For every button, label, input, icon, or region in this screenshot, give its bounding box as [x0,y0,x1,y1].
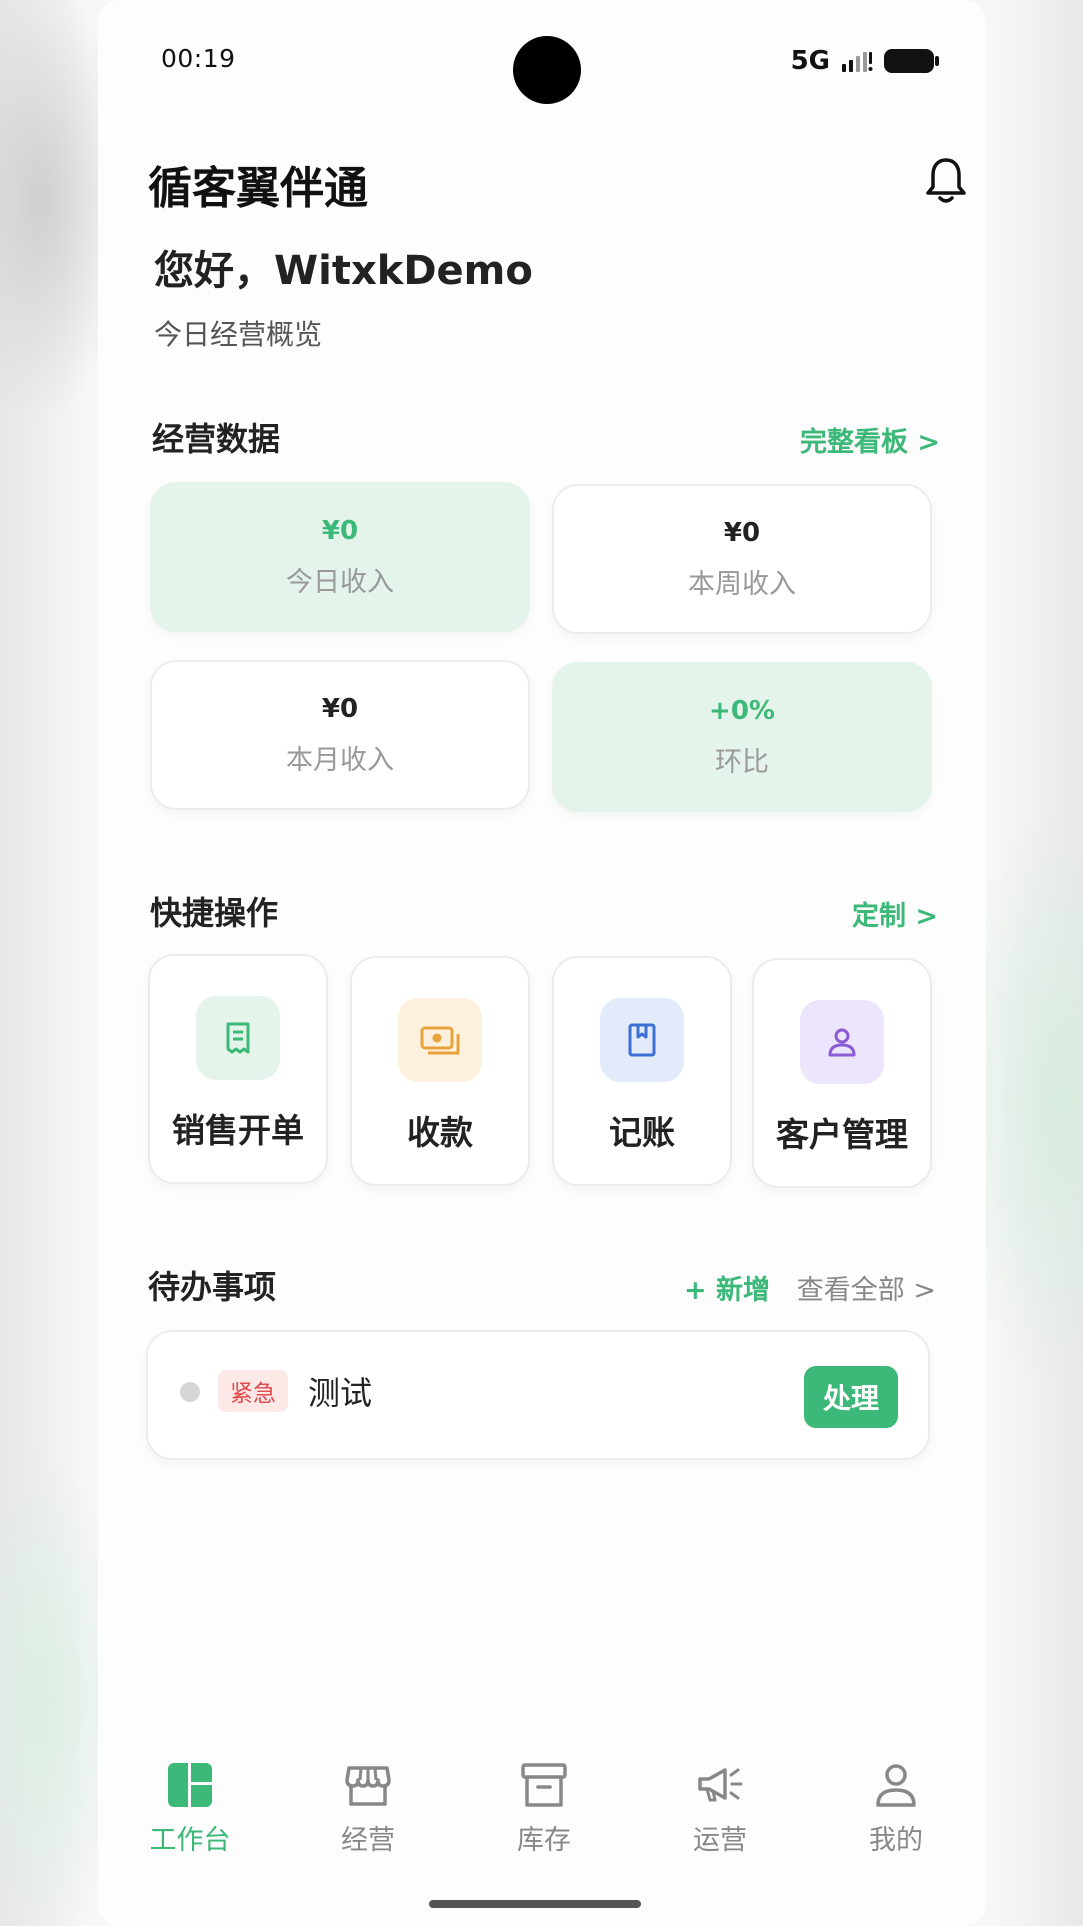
urgent-badge: 紧急 [218,1370,288,1412]
signal-icon [842,52,873,72]
todo-section-title: 待办事项 [148,1268,277,1306]
add-todo-link[interactable]: + 新增 [684,1268,770,1307]
nav-label: 库存 [517,1825,571,1856]
dashboard-icon [168,1763,212,1807]
nav-label: 运营 [693,1825,747,1856]
action-bookkeeping[interactable]: 记账 [552,956,732,1186]
action-label: 记账 [609,1113,675,1152]
action-label: 客户管理 [776,1115,908,1154]
megaphone-icon [698,1768,743,1802]
nav-label: 我的 [869,1825,923,1856]
stat-value: ¥0 [321,693,359,724]
nav-item-inventory[interactable]: 库存 [484,1760,604,1857]
stat-value: ¥0 [321,515,359,546]
greeting: 您好，WitxkDemo [154,248,533,294]
app-title: 循客翼伴通 [148,163,368,214]
action-label: 销售开单 [172,1111,304,1150]
todo-item[interactable]: 紧急 测试 处理 [146,1330,930,1460]
action-label: 收款 [407,1113,473,1152]
bottom-nav: 工作台 经营 库存 运营 我的 [98,1760,986,1880]
todo-text: 测试 [308,1374,373,1412]
home-indicator[interactable] [429,1900,641,1908]
page-subtitle: 今日经营概览 [154,318,323,351]
full-dashboard-link[interactable]: 完整看板 > [800,420,940,459]
phone-screen: 00:19 5G 循客翼伴通 您好，WitxkDemo 今日经营概览 经营数据 … [98,0,986,1926]
person-icon [876,1764,916,1807]
battery-icon [884,49,939,73]
stat-label: 环比 [715,746,769,778]
nav-item-workbench[interactable]: 工作台 [130,1760,250,1857]
business-section-title: 经营数据 [152,420,281,458]
store-icon [345,1766,391,1806]
nav-item-mine[interactable]: 我的 [836,1760,956,1857]
customize-link[interactable]: 定制 > [852,894,938,933]
stat-card-week[interactable]: ¥0 本周收入 [552,484,932,634]
stat-label: 本月收入 [286,744,394,776]
quick-section-title: 快捷操作 [150,894,279,932]
action-collect-payment[interactable]: 收款 [350,956,530,1186]
cash-icon [398,998,482,1082]
todo-status-dot [180,1382,200,1402]
process-button[interactable]: 处理 [804,1366,898,1428]
receipt-icon [196,996,280,1080]
stat-label: 本周收入 [688,568,796,600]
action-sales-order[interactable]: 销售开单 [148,954,328,1184]
view-all-link[interactable]: 查看全部 > [797,1268,936,1307]
nav-label: 工作台 [149,1825,231,1856]
nav-item-operations[interactable]: 运营 [660,1760,780,1857]
status-time: 00:19 [161,44,236,73]
stat-value: +0% [709,695,775,726]
user-icon [800,1000,884,1084]
stat-card-month[interactable]: ¥0 本月收入 [150,660,530,810]
stat-card-today[interactable]: ¥0 今日收入 [150,482,530,632]
action-customer-management[interactable]: 客户管理 [752,958,932,1188]
archive-icon [521,1763,567,1807]
stat-card-change[interactable]: +0% 环比 [552,662,932,812]
status-indicators: 5G [790,46,939,76]
camera-cutout [513,36,581,104]
book-icon [600,998,684,1082]
stat-value: ¥0 [723,517,761,548]
nav-item-business[interactable]: 经营 [308,1760,428,1857]
nav-label: 经营 [341,1825,395,1856]
bell-icon[interactable] [924,156,968,206]
network-label: 5G [790,46,830,76]
stat-label: 今日收入 [286,566,394,598]
